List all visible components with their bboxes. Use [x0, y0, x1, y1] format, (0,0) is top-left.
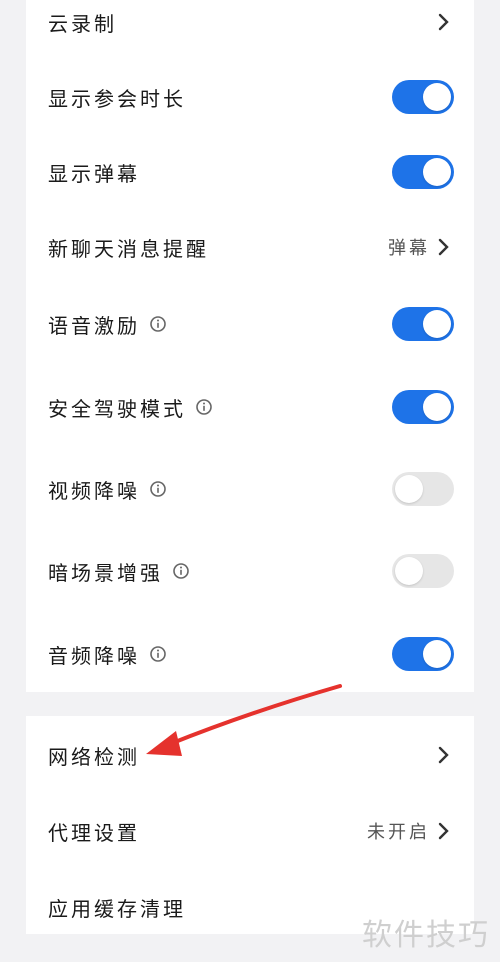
- watermark-text: 软件技巧: [362, 918, 490, 953]
- info-icon[interactable]: [150, 646, 166, 662]
- toggle-knob: [395, 557, 423, 585]
- row-show-danmaku: 显示弹幕: [26, 147, 474, 197]
- safe-driving-label-group: 安全驾驶模式: [48, 393, 212, 422]
- video-denoise-label-group: 视频降噪: [48, 475, 166, 504]
- toggle-knob: [395, 475, 423, 503]
- row-dark-scene-enhance: 暗场景增强: [26, 546, 474, 596]
- info-icon[interactable]: [150, 481, 166, 497]
- safe-driving-toggle[interactable]: [392, 390, 454, 424]
- show-danmaku-label: 显示弹幕: [48, 161, 140, 186]
- settings-card-network: 网络检测 代理设置 未开启 应用缓存清理: [26, 716, 474, 934]
- row-audio-denoise: 音频降噪: [26, 629, 474, 679]
- voice-motivation-label-group: 语音激励: [48, 310, 166, 339]
- show-duration-label: 显示参会时长: [48, 86, 186, 111]
- proxy-settings-value: 未开启: [367, 822, 430, 843]
- row-new-chat-alert[interactable]: 新聊天消息提醒 弹幕: [26, 222, 474, 272]
- toggle-knob: [423, 310, 451, 338]
- settings-card-main: 云录制 显示参会时长 显示弹幕 新聊天消息提醒 弹幕 语音激励 安全驾驶模式 视…: [26, 0, 474, 692]
- chevron-right-icon: [438, 822, 449, 840]
- audio-denoise-toggle[interactable]: [392, 637, 454, 671]
- toggle-knob: [423, 640, 451, 668]
- info-icon[interactable]: [196, 399, 212, 415]
- voice-motivation-toggle[interactable]: [392, 307, 454, 341]
- row-cloud-recording[interactable]: 云录制: [26, 0, 474, 47]
- info-icon[interactable]: [173, 563, 189, 579]
- safe-driving-label: 安全驾驶模式: [48, 396, 186, 421]
- toggle-knob: [423, 158, 451, 186]
- toggle-knob: [423, 393, 451, 421]
- network-check-label: 网络检测: [48, 744, 140, 769]
- new-chat-alert-value: 弹幕: [388, 238, 430, 259]
- cloud-recording-label: 云录制: [48, 11, 117, 36]
- chevron-right-icon: [438, 238, 449, 256]
- row-video-denoise: 视频降噪: [26, 464, 474, 514]
- dark-scene-enhance-toggle[interactable]: [392, 554, 454, 588]
- toggle-knob: [423, 83, 451, 111]
- row-show-duration: 显示参会时长: [26, 72, 474, 122]
- show-duration-toggle[interactable]: [392, 80, 454, 114]
- proxy-settings-label: 代理设置: [48, 820, 140, 845]
- clear-cache-label: 应用缓存清理: [48, 896, 186, 921]
- dark-scene-enhance-label: 暗场景增强: [48, 560, 163, 585]
- row-safe-driving: 安全驾驶模式: [26, 382, 474, 432]
- row-network-check[interactable]: 网络检测: [26, 730, 474, 780]
- audio-denoise-label: 音频降噪: [48, 643, 140, 668]
- show-danmaku-toggle[interactable]: [392, 155, 454, 189]
- video-denoise-toggle[interactable]: [392, 472, 454, 506]
- chevron-right-icon: [438, 13, 449, 31]
- new-chat-alert-label: 新聊天消息提醒: [48, 236, 209, 261]
- video-denoise-label: 视频降噪: [48, 478, 140, 503]
- dark-scene-enhance-label-group: 暗场景增强: [48, 557, 189, 586]
- chevron-right-icon: [438, 746, 449, 764]
- voice-motivation-label: 语音激励: [48, 313, 140, 338]
- row-proxy-settings[interactable]: 代理设置 未开启: [26, 806, 474, 856]
- row-voice-motivation: 语音激励: [26, 299, 474, 349]
- info-icon[interactable]: [150, 316, 166, 332]
- audio-denoise-label-group: 音频降噪: [48, 640, 166, 669]
